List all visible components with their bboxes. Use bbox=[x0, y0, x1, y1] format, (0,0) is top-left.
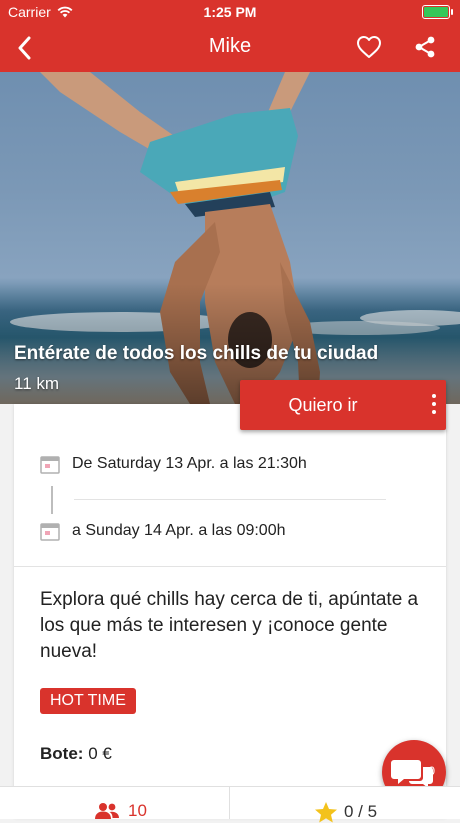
want-to-go-label: Quiero ir bbox=[288, 395, 358, 415]
attendees-button[interactable]: 10 bbox=[94, 801, 147, 821]
end-date-row: a Sunday 14 Apr. a las 09:00h bbox=[40, 521, 286, 541]
nav-bar: Mike bbox=[0, 24, 460, 72]
status-bar: Carrier 1:25 PM bbox=[0, 0, 460, 24]
battery-level bbox=[424, 7, 448, 17]
start-date: De Saturday 13 Apr. a las 21:30h bbox=[72, 455, 307, 472]
battery-icon bbox=[422, 5, 453, 19]
star-icon bbox=[315, 802, 337, 823]
event-title: Entérate de todos los chills de tu ciuda… bbox=[14, 343, 379, 364]
pot-label: Bote: bbox=[40, 744, 84, 763]
timeline-line bbox=[51, 486, 53, 514]
bottom-divider bbox=[229, 787, 230, 819]
section-divider bbox=[14, 566, 446, 567]
attendees-count: 10 bbox=[128, 801, 147, 820]
date-divider bbox=[74, 499, 386, 500]
rating-value: 0 / 5 bbox=[344, 802, 378, 821]
favorite-button[interactable] bbox=[354, 32, 384, 62]
hot-time-tag: HOT TIME bbox=[40, 688, 136, 714]
want-to-go-button[interactable]: Quiero ir bbox=[240, 380, 446, 430]
more-vertical-icon[interactable] bbox=[430, 394, 438, 414]
page-title: Mike bbox=[208, 35, 252, 57]
event-description: Explora qué chills hay cerca de ti, apún… bbox=[40, 589, 419, 662]
pot-info: Bote: 0 € bbox=[40, 744, 112, 764]
rating-button[interactable]: 0 / 5 bbox=[314, 801, 377, 823]
clock: 1:25 PM bbox=[203, 4, 257, 20]
share-icon bbox=[415, 36, 435, 58]
top-bar: Carrier 1:25 PM Mike bbox=[0, 0, 460, 72]
calendar-icon bbox=[40, 456, 60, 474]
event-distance: 11 km bbox=[14, 374, 60, 393]
end-date: a Sunday 14 Apr. a las 09:00h bbox=[72, 522, 286, 539]
calendar-icon bbox=[40, 523, 60, 541]
chat-count: 0 bbox=[428, 764, 435, 778]
users-icon bbox=[95, 803, 119, 819]
heart-outline-icon bbox=[357, 36, 381, 58]
bottom-bar: 10 0 / 5 bbox=[0, 786, 460, 823]
start-date-row: De Saturday 13 Apr. a las 21:30h bbox=[40, 454, 307, 474]
share-button[interactable] bbox=[410, 32, 440, 62]
pot-value: 0 € bbox=[88, 744, 112, 763]
